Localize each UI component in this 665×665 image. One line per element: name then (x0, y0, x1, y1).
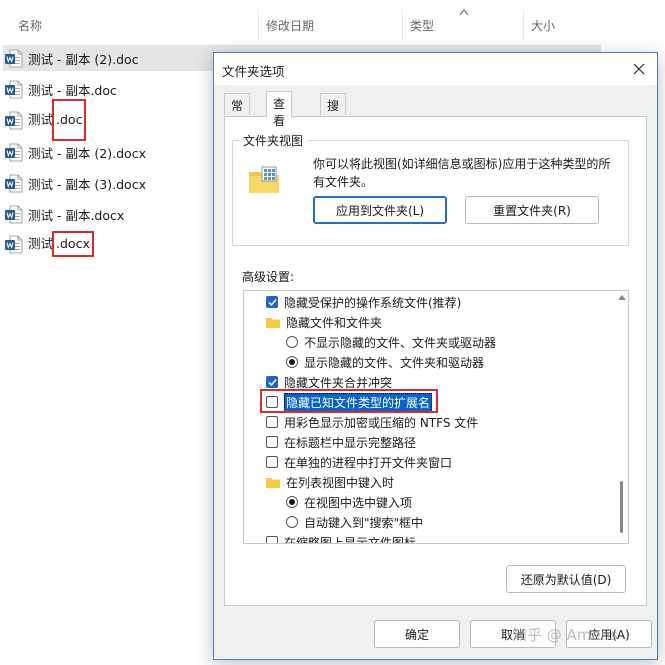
sort-ascending-icon (459, 9, 469, 16)
column-size[interactable]: 大小 (531, 17, 555, 34)
checkbox[interactable] (266, 536, 278, 543)
checkbox[interactable] (266, 396, 278, 408)
folder-view-icon (249, 166, 279, 193)
radio-button[interactable] (286, 356, 298, 368)
folder-view-group: 文件夹视图 你可以将此视图(如详细信息或图标)应用于这种类型的所有文件夹。 应用… (232, 132, 629, 246)
file-name-base: 测试 (28, 112, 54, 127)
setting-dont-show-hidden[interactable]: 不显示隐藏的文件、文件夹或驱动器 (286, 332, 628, 352)
word-document-icon (5, 80, 23, 99)
setting-separate-process[interactable]: 在单独的进程中打开文件夹窗口 (266, 452, 628, 472)
setting-label: 隐藏受保护的操作系统文件(推荐) (284, 295, 462, 310)
reset-folders-button[interactable]: 重置文件夹(R) (465, 196, 599, 224)
advanced-settings-label: 高级设置: (242, 270, 295, 284)
close-icon (633, 63, 645, 75)
column-modified[interactable]: 修改日期 (266, 17, 314, 34)
column-header: 名称 修改日期 类型 大小 (0, 0, 665, 48)
watermark-text: 知乎 @ Amens (512, 626, 618, 644)
setting-label: 在标题栏中显示完整路径 (284, 435, 417, 450)
checkmark-icon (267, 378, 277, 386)
column-separator[interactable] (402, 10, 403, 40)
setting-select-typed-item[interactable]: 在视图中选中键入项 (286, 492, 628, 512)
file-name: 测试 .docx (28, 231, 94, 257)
file-name: 测试 - 副本 (2).docx (28, 145, 146, 161)
folder-icon (266, 317, 280, 328)
scroll-up-icon[interactable] (618, 295, 626, 300)
checkbox[interactable] (266, 376, 278, 388)
column-name[interactable]: 名称 (18, 17, 42, 34)
setting-group-typing: 在列表视图中键入时 (266, 472, 628, 492)
file-extension-highlight: .doc (52, 99, 87, 141)
setting-label: 在单独的进程中打开文件夹窗口 (284, 455, 453, 470)
word-document-icon (5, 174, 23, 193)
tab-view[interactable]: 查看 (266, 91, 293, 128)
setting-label: 在缩略图上显示文件图标 (284, 535, 417, 544)
folder-view-description: 你可以将此视图(如详细信息或图标)应用于这种类型的所有文件夹。 (313, 157, 611, 189)
setting-hide-merge-conflicts[interactable]: 隐藏文件夹合并冲突 (266, 372, 628, 392)
word-document-icon (5, 205, 23, 224)
checkbox[interactable] (266, 436, 278, 448)
file-name: 测试 .doc (28, 99, 87, 141)
word-document-icon (5, 111, 23, 130)
setting-label: 隐藏文件夹合并冲突 (284, 375, 393, 390)
setting-label: 显示隐藏的文件、文件夹和驱动器 (304, 355, 485, 370)
setting-label: 自动键入到"搜索"框中 (304, 515, 424, 530)
column-separator[interactable] (523, 10, 524, 40)
advanced-settings-list[interactable]: 隐藏受保护的操作系统文件(推荐) 隐藏文件和文件夹 不显示隐藏的文件、文件夹或驱… (243, 290, 629, 544)
column-separator[interactable] (258, 10, 259, 40)
file-name: 测试 - 副本.doc (28, 82, 117, 98)
ok-button[interactable]: 确定 (374, 620, 460, 648)
word-document-icon (5, 143, 23, 162)
file-name: 测试 - 副本 (3).docx (28, 176, 146, 192)
apply-to-folders-button[interactable]: 应用到文件夹(L) (313, 196, 447, 224)
checkbox[interactable] (266, 416, 278, 428)
setting-show-hidden[interactable]: 显示隐藏的文件、文件夹和驱动器 (286, 352, 628, 372)
radio-button[interactable] (286, 516, 298, 528)
radio-button[interactable] (286, 496, 298, 508)
setting-thumbnail-icons[interactable]: 在缩略图上显示文件图标 (266, 532, 628, 544)
setting-color-ntfs[interactable]: 用彩色显示加密或压缩的 NTFS 文件 (266, 412, 628, 432)
word-document-icon (5, 49, 23, 68)
setting-label: 在视图中选中键入项 (304, 495, 413, 510)
setting-label: 用彩色显示加密或压缩的 NTFS 文件 (284, 415, 479, 430)
setting-full-path-title[interactable]: 在标题栏中显示完整路径 (266, 432, 628, 452)
word-document-icon (5, 235, 23, 254)
setting-label: 不显示隐藏的文件、文件夹或驱动器 (304, 335, 497, 350)
setting-label: 在列表视图中键入时 (286, 475, 395, 490)
radio-button[interactable] (286, 336, 298, 348)
setting-label: 隐藏已知文件类型的扩展名 (284, 392, 433, 412)
tab-search[interactable]: 搜索 (320, 93, 347, 130)
file-name: 测试 - 副本.docx (28, 207, 125, 223)
dialog-title: 文件夹选项 (222, 64, 285, 79)
folder-view-title: 文件夹视图 (239, 132, 308, 149)
file-extension-highlight: .docx (52, 231, 94, 257)
close-button[interactable] (629, 59, 649, 79)
file-name: 测试 - 副本 (2).doc (28, 51, 139, 67)
file-name-base: 测试 (28, 236, 54, 251)
setting-hide-known-extensions[interactable]: 隐藏已知文件类型的扩展名 (266, 392, 628, 412)
settings-scrollbar[interactable] (615, 291, 628, 543)
checkbox[interactable] (266, 296, 278, 308)
setting-hide-protected-os-files[interactable]: 隐藏受保护的操作系统文件(推荐) (266, 292, 628, 312)
setting-group-hidden-files: 隐藏文件和文件夹 (266, 312, 628, 332)
folder-icon (266, 477, 280, 488)
setting-label: 隐藏文件和文件夹 (286, 315, 383, 330)
restore-defaults-button[interactable]: 还原为默认值(D) (506, 565, 626, 593)
dialog-titlebar[interactable]: 文件夹选项 (214, 53, 657, 85)
checkmark-icon (267, 298, 277, 306)
tab-general[interactable]: 常规 (224, 93, 251, 130)
folder-options-dialog: 文件夹选项 常规 查看 搜索 文件夹视图 你可以将此视图(如详细信息或图标)应用… (213, 52, 658, 660)
column-type[interactable]: 类型 (410, 17, 434, 34)
scroll-thumb[interactable] (620, 481, 623, 533)
setting-type-into-search[interactable]: 自动键入到"搜索"框中 (286, 512, 628, 532)
checkbox[interactable] (266, 456, 278, 468)
